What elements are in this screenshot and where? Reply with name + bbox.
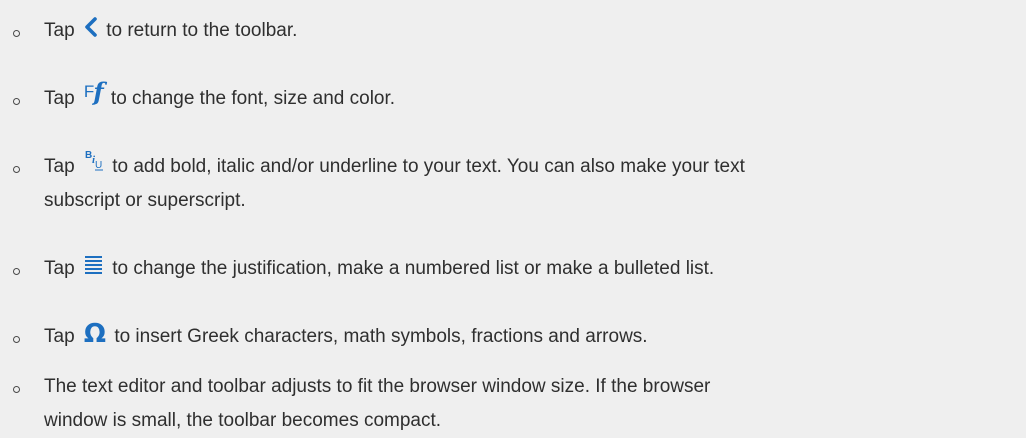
list-item-text: Tap to change the justification, make a …: [44, 252, 1004, 286]
tap-label: Tap: [44, 326, 75, 347]
bullet-icon: [13, 268, 20, 275]
item-description: to add bold, italic and/or underline to …: [112, 156, 745, 177]
chevron-left-icon: [84, 17, 98, 37]
bullet-icon: [13, 30, 20, 37]
item-description-continued: window is small, the toolbar becomes com…: [44, 410, 442, 431]
list-item-text: Tap Ff to change the font, size and colo…: [44, 76, 1004, 116]
tap-label: Tap: [44, 258, 75, 279]
bullet-icon: [13, 98, 20, 105]
bullet-icon: [13, 336, 20, 343]
item-description: to change the font, size and color.: [110, 88, 396, 109]
omega-icon: Ω: [83, 318, 107, 349]
item-description: to insert Greek characters, math symbols…: [114, 326, 648, 347]
list-item-text: Tap to return to the toolbar.: [44, 14, 1004, 48]
bullet-icon: [13, 166, 20, 173]
item-description-continued: subscript or superscript.: [44, 190, 246, 211]
bullet-icon: [13, 386, 20, 393]
list-item-text: Tap B i U to add bold, italic and/or und…: [44, 150, 1004, 218]
list-item-text: Tap Ω to insert Greek characters, math s…: [44, 320, 1004, 354]
text-style-icon: B i U: [84, 149, 104, 171]
svg-text:U: U: [95, 160, 102, 171]
item-description: The text editor and toolbar adjusts to f…: [44, 376, 711, 397]
font-icon: Ff: [83, 76, 104, 106]
tap-label: Tap: [44, 156, 75, 177]
list-item-text: The text editor and toolbar adjusts to f…: [44, 370, 1004, 438]
tap-label: Tap: [44, 88, 75, 109]
justify-icon: [84, 255, 104, 275]
item-description: to return to the toolbar.: [106, 20, 298, 41]
tap-label: Tap: [44, 20, 75, 41]
item-description: to change the justification, make a numb…: [112, 258, 715, 279]
